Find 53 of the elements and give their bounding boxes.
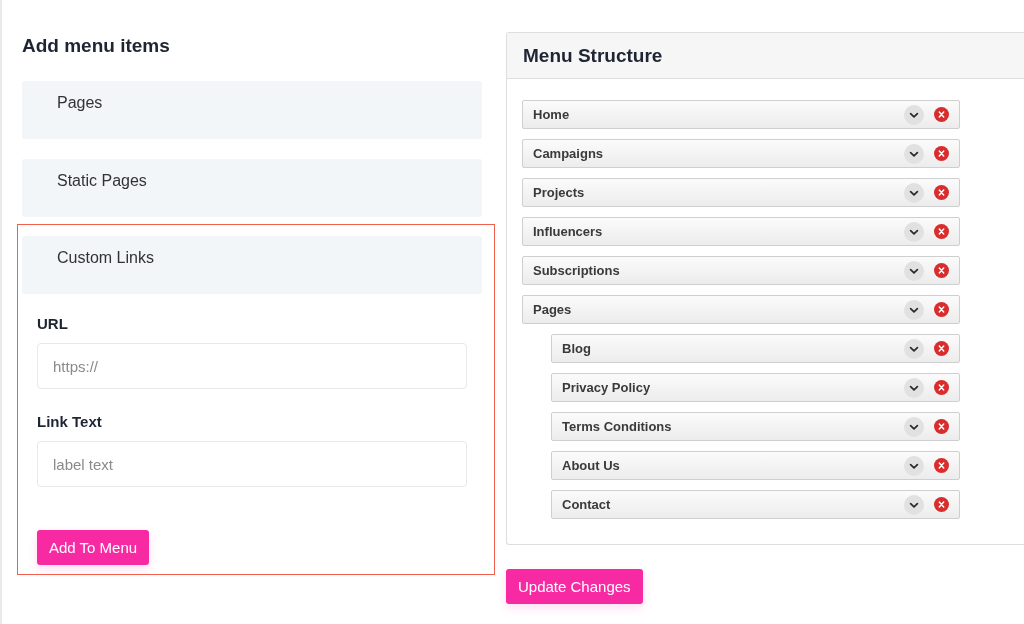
menu-item-label: Privacy Policy <box>562 380 651 395</box>
menu-item[interactable]: Blog <box>551 334 960 363</box>
menu-item-label: Subscriptions <box>533 263 620 278</box>
section-heading: Add menu items <box>22 35 170 57</box>
field-label: Link Text <box>37 413 102 431</box>
menu-item[interactable]: Home <box>522 100 960 129</box>
update-changes-button[interactable]: Update Changes <box>506 569 643 604</box>
menu-item-label: Projects <box>533 185 585 200</box>
menu-item-label: About Us <box>562 458 620 473</box>
menu-item-label: Influencers <box>533 224 603 239</box>
chevron-down-icon[interactable] <box>904 494 924 515</box>
field-label: URL <box>37 315 68 333</box>
chevron-down-icon[interactable] <box>904 260 924 281</box>
remove-icon[interactable] <box>934 341 949 356</box>
remove-icon[interactable] <box>934 458 949 473</box>
chevron-down-icon[interactable] <box>904 104 924 125</box>
menu-item[interactable]: Pages <box>522 295 960 324</box>
chevron-down-icon[interactable] <box>904 182 924 203</box>
chevron-down-icon[interactable] <box>904 416 924 437</box>
remove-icon[interactable] <box>934 146 949 161</box>
accordion-header[interactable]: Custom Links <box>22 236 482 294</box>
menu-item-label: Contact <box>562 497 611 512</box>
input-field[interactable]: label text <box>37 441 467 487</box>
remove-icon[interactable] <box>934 185 949 200</box>
chevron-down-icon[interactable] <box>904 221 924 242</box>
menu-item[interactable]: Campaigns <box>522 139 960 168</box>
menu-item-label: Home <box>533 107 570 122</box>
menu-item-label: Pages <box>533 302 572 317</box>
remove-icon[interactable] <box>934 419 949 434</box>
menu-item[interactable]: Influencers <box>522 217 960 246</box>
menu-item-label: Campaigns <box>533 146 604 161</box>
chevron-down-icon[interactable] <box>904 338 924 359</box>
menu-item-label: Blog <box>562 341 591 356</box>
menu-item[interactable]: Privacy Policy <box>551 373 960 402</box>
remove-icon[interactable] <box>934 107 949 122</box>
remove-icon[interactable] <box>934 302 949 317</box>
chevron-down-icon[interactable] <box>904 377 924 398</box>
menu-item-label: Terms Conditions <box>562 419 672 434</box>
remove-icon[interactable] <box>934 497 949 512</box>
chevron-down-icon[interactable] <box>904 299 924 320</box>
add-to-menu-button[interactable]: Add To Menu <box>37 530 150 565</box>
input-field[interactable]: https:// <box>37 343 467 389</box>
panel-title: Menu Structure <box>523 44 663 67</box>
remove-icon[interactable] <box>934 263 949 278</box>
chevron-down-icon[interactable] <box>904 143 924 164</box>
remove-icon[interactable] <box>934 224 949 239</box>
menu-item[interactable]: Subscriptions <box>522 256 960 285</box>
menu-item[interactable]: Projects <box>522 178 960 207</box>
remove-icon[interactable] <box>934 380 949 395</box>
menu-item[interactable]: Contact <box>551 490 960 519</box>
menu-item[interactable]: About Us <box>551 451 960 480</box>
menu-item[interactable]: Terms Conditions <box>551 412 960 441</box>
chevron-down-icon[interactable] <box>904 455 924 476</box>
